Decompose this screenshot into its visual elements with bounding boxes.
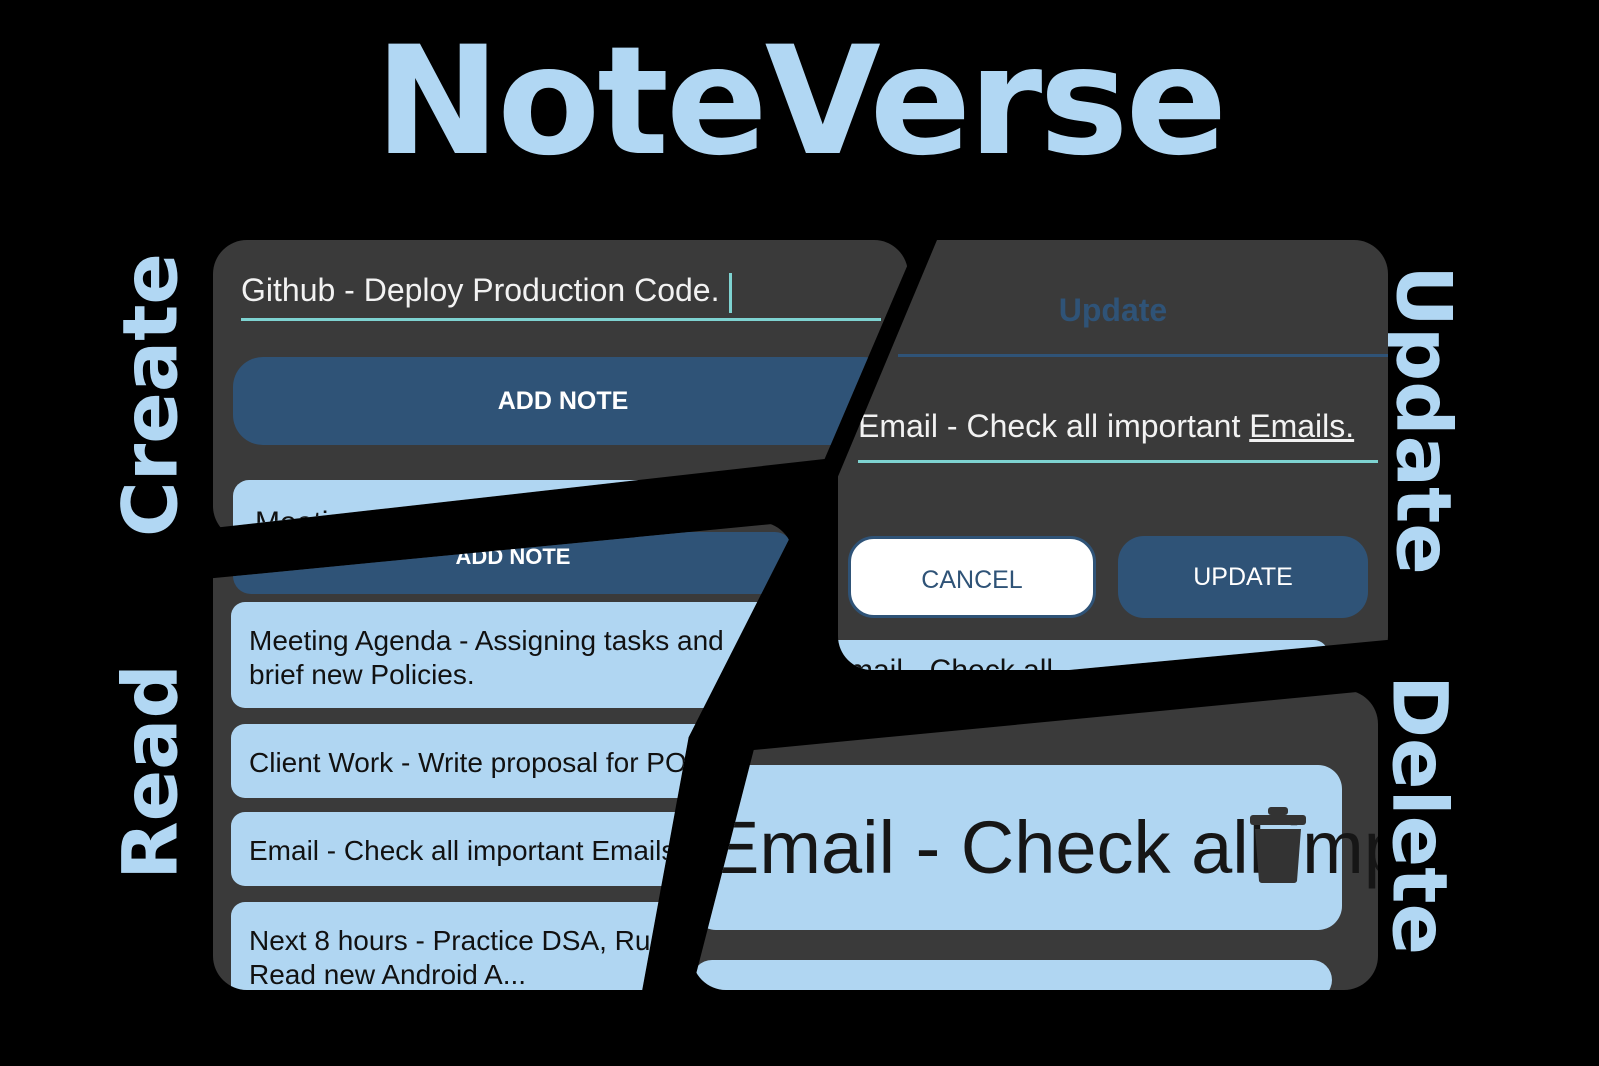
note-text: Meeting Agenda - Assigning tasks and bri… [249, 625, 724, 690]
label-read: Read [105, 664, 195, 880]
update-dialog: Email - Check all Update Email - Check a… [838, 240, 1388, 670]
cancel-button[interactable]: CANCEL [848, 536, 1096, 618]
text-caret [729, 272, 733, 313]
update-input[interactable]: Email - Check all important Emails. [858, 408, 1378, 463]
note-input[interactable]: Github - Deploy Production Code. [241, 268, 881, 321]
note-text: Next 8 hours - Practice DSA, Running, Re… [249, 925, 727, 990]
note-input-value: Github - Deploy Production Code. [241, 272, 720, 308]
list-item[interactable] [692, 960, 1332, 990]
update-input-value: Email - Check all important [858, 408, 1250, 444]
note-text: Client Work - Write proposal for POS [249, 747, 706, 778]
list-item[interactable]: Email - Check all important Emails. [692, 765, 1378, 930]
dialog-title: Update [1058, 292, 1168, 328]
label-create: Create [105, 253, 195, 537]
list-item[interactable]: Email - Check all [838, 640, 1328, 670]
note-text: Email - Check all important Emails. [249, 835, 684, 866]
update-button[interactable]: UPDATE [1118, 536, 1368, 618]
list-item[interactable]: Email - Check all important Emails. [231, 812, 771, 886]
add-note-button[interactable]: ADD NOTE [233, 357, 893, 445]
read-panel: ADD NOTE Meeting Agenda - Assigning task… [213, 522, 793, 990]
trash-icon[interactable] [743, 642, 761, 670]
add-note-button[interactable]: ADD NOTE [233, 532, 793, 594]
label-delete: Delete [1375, 674, 1465, 956]
app-title: NoteVerse [374, 15, 1228, 189]
create-panel: Github - Deploy Production Code. ADD NOT… [213, 240, 908, 528]
label-update: Update [1379, 265, 1469, 575]
delete-panel: Email - Check all important Emails. [692, 690, 1378, 990]
divider [898, 354, 1388, 357]
list-item[interactable]: Client Work - Write proposal for POS [231, 724, 771, 798]
list-item[interactable]: Next 8 hours - Practice DSA, Running, Re… [231, 902, 771, 990]
update-input-link: Emails. [1249, 408, 1355, 444]
trash-icon[interactable] [1250, 807, 1306, 883]
list-item[interactable]: Meeting Agenda - Assigning tasks and bri… [231, 602, 771, 708]
